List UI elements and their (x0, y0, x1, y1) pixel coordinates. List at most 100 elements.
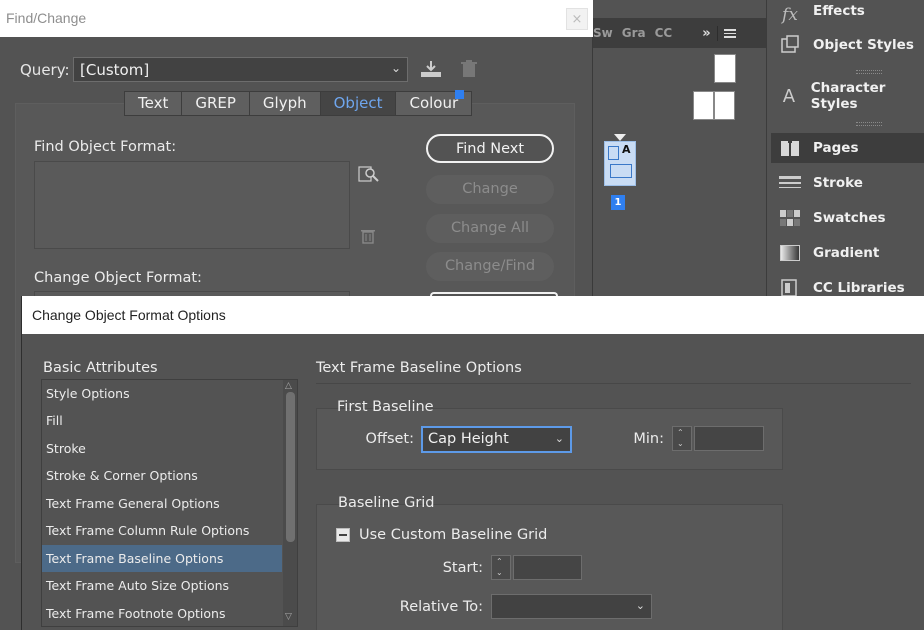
change-find-button[interactable]: Change/Find (426, 252, 554, 281)
find-format-box[interactable] (34, 161, 350, 249)
chevron-down-icon: ⌄ (635, 599, 645, 612)
baseline-grid-label: Baseline Grid (338, 495, 435, 511)
change-object-format-options-dialog: Change Object Format Options Basic Attri… (21, 296, 924, 630)
dock-grip[interactable] (856, 122, 882, 126)
list-item-text-frame-column-rule[interactable]: Text Frame Column Rule Options (42, 517, 282, 544)
change-all-button[interactable]: Change All (426, 214, 554, 243)
character-styles-icon: A (782, 85, 796, 107)
dock-grip[interactable] (856, 70, 882, 74)
change-format-label: Change Object Format: (34, 270, 202, 286)
relative-to-label: Relative To: (399, 599, 483, 615)
page-pointer-icon (614, 134, 626, 141)
dock-item-gradient[interactable]: Gradient (766, 238, 924, 268)
dock-item-object-styles[interactable]: Object Styles (766, 30, 924, 60)
start-input[interactable] (513, 555, 582, 580)
delete-query-icon[interactable] (460, 60, 478, 82)
chevron-down-icon: ⌄ (390, 61, 401, 75)
tab-cc-short[interactable]: CC (655, 26, 703, 40)
change-button[interactable]: Change (426, 175, 554, 204)
master-page-thumb-single[interactable] (714, 54, 736, 83)
query-label: Query: (20, 61, 70, 79)
dock-item-label: Effects (813, 3, 865, 19)
query-value: [Custom] (80, 61, 150, 79)
frame-shape (610, 164, 632, 178)
relative-to-select[interactable]: ⌄ (491, 594, 652, 619)
chevron-down-icon[interactable]: ⌄ (677, 439, 684, 448)
panel-menu-icon[interactable] (723, 28, 736, 38)
list-scrollbar[interactable]: △ ▽ (283, 380, 297, 626)
offset-value: Cap Height (428, 431, 509, 447)
panel-title: Text Frame Baseline Options (316, 360, 522, 376)
attribute-list: Style Options Fill Stroke Stroke & Corne… (41, 379, 298, 627)
chevron-down-icon: ⌄ (554, 432, 564, 445)
dock-item-label: Swatches (813, 210, 886, 226)
tab-glyph[interactable]: Glyph (250, 92, 321, 115)
offset-select[interactable]: Cap Height ⌄ (422, 427, 571, 452)
list-item-text-frame-footnote[interactable]: Text Frame Footnote Options (42, 600, 282, 626)
pages-icon (779, 137, 801, 159)
tab-grep[interactable]: GREP (182, 92, 250, 115)
tab-object[interactable]: Object (320, 92, 397, 115)
use-custom-baseline-checkbox[interactable] (336, 528, 350, 542)
find-next-button[interactable]: Find Next (426, 134, 554, 163)
dock-item-effects[interactable]: fx Effects (766, 0, 924, 30)
scroll-up-icon[interactable]: △ (285, 381, 292, 391)
master-letter: A (622, 143, 631, 156)
save-query-icon[interactable] (420, 59, 442, 83)
dock-item-swatches[interactable]: Swatches (766, 203, 924, 233)
search-type-tabs: Text GREP Glyph Object Colour (124, 91, 473, 116)
dock-item-label: Object Styles (813, 37, 914, 53)
dock-item-label: Pages (813, 140, 859, 156)
list-item-stroke-corner[interactable]: Stroke & Corner Options (42, 462, 282, 489)
clear-find-format-icon[interactable] (361, 228, 375, 248)
tab-swatches-short[interactable]: Sw (593, 26, 622, 40)
dialog-title: Find/Change (0, 0, 593, 37)
dock-item-character-styles[interactable]: A Character Styles (766, 80, 924, 112)
stroke-icon (779, 172, 801, 194)
min-input[interactable] (694, 426, 764, 451)
object-styles-icon (779, 34, 801, 56)
dock-item-stroke[interactable]: Stroke (766, 168, 924, 198)
document-page-thumb[interactable]: A (604, 141, 636, 186)
min-stepper[interactable]: ⌃ ⌄ (672, 426, 692, 451)
basic-attributes-label: Basic Attributes (43, 360, 158, 376)
list-item-fill[interactable]: Fill (42, 407, 282, 434)
list-item-style-options[interactable]: Style Options (42, 380, 282, 407)
master-page-thumb-left[interactable] (693, 91, 714, 120)
dock-item-pages[interactable]: Pages (771, 133, 924, 163)
list-item-text-frame-baseline[interactable]: Text Frame Baseline Options (42, 545, 282, 572)
list-item-stroke[interactable]: Stroke (42, 435, 282, 462)
fx-icon: fx (782, 5, 798, 25)
chevron-up-icon[interactable]: ⌃ (496, 557, 503, 566)
chevron-up-icon[interactable]: ⌃ (677, 428, 684, 437)
dock-item-label: Character Styles (810, 80, 886, 112)
start-label: Start: (442, 560, 483, 576)
start-stepper[interactable]: ⌃ ⌄ (491, 555, 511, 580)
find-format-label: Find Object Format: (34, 139, 177, 155)
close-button[interactable]: × (566, 8, 588, 30)
dock-item-label: Gradient (813, 245, 880, 261)
divider (316, 383, 911, 384)
frame-shape (608, 146, 619, 160)
use-custom-baseline-label: Use Custom Baseline Grid (359, 527, 548, 543)
list-item-text-frame-general[interactable]: Text Frame General Options (42, 490, 282, 517)
chevron-down-icon[interactable]: ⌄ (496, 568, 503, 577)
scroll-down-icon[interactable]: ▽ (285, 612, 292, 622)
page-number-badge: 1 (611, 195, 625, 210)
query-select[interactable]: [Custom] ⌄ (73, 57, 408, 82)
dock-item-label: CC Libraries (813, 280, 905, 296)
list-item-text-frame-auto-size[interactable]: Text Frame Auto Size Options (42, 572, 282, 599)
tab-text[interactable]: Text (125, 92, 183, 115)
min-label: Min: (633, 431, 664, 447)
master-page-thumb-right[interactable] (714, 91, 735, 120)
panel-tab-strip: Sw Gra CC » (593, 18, 766, 48)
first-baseline-label: First Baseline (337, 399, 434, 415)
tab-gradient-short[interactable]: Gra (622, 26, 655, 40)
scroll-thumb[interactable] (286, 392, 295, 542)
panel-expand-icon[interactable]: » (702, 25, 718, 41)
dock-item-label: Stroke (813, 175, 863, 191)
colour-tab-indicator (455, 90, 464, 99)
gradient-icon (779, 242, 801, 264)
specify-find-format-icon[interactable] (358, 164, 380, 188)
dialog-title: Change Object Format Options (22, 296, 924, 334)
